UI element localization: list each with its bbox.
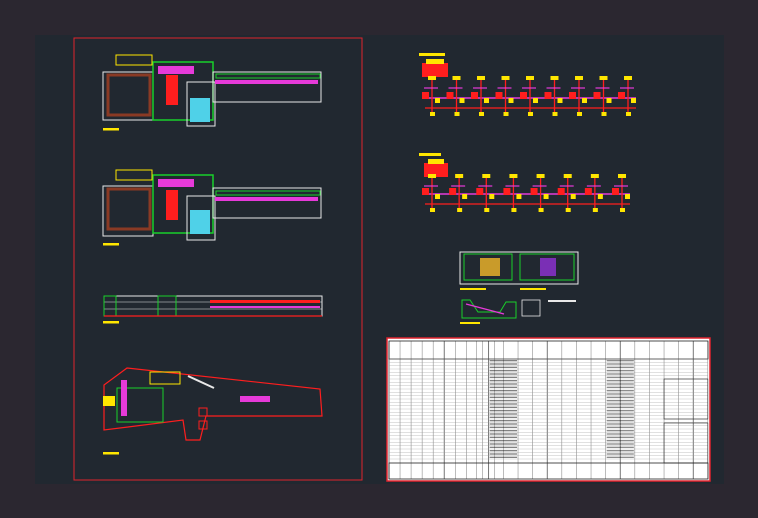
table-cell-fill — [489, 383, 518, 385]
table-cell-fill — [489, 430, 518, 432]
table-cell-fill — [606, 430, 634, 432]
table-cell-fill — [606, 400, 634, 402]
table-cell-fill — [489, 380, 518, 382]
table-cell-fill — [606, 440, 634, 442]
table-cell-fill — [489, 370, 518, 372]
table-cell-fill — [606, 393, 634, 395]
table-cell-fill — [606, 433, 634, 435]
table-cell-fill — [489, 403, 518, 405]
table-cell-fill — [606, 390, 634, 392]
table-cell-fill — [489, 386, 518, 388]
table-cell-fill — [606, 380, 634, 382]
table-cell-fill — [606, 396, 634, 398]
table-cell-fill — [606, 446, 634, 448]
table-cell-fill — [489, 446, 518, 448]
table-cell-fill — [606, 383, 634, 385]
table-cell-fill — [606, 386, 634, 388]
table-cell-fill — [489, 396, 518, 398]
table-cell-fill — [489, 440, 518, 442]
table-cell-fill — [489, 456, 518, 458]
table-cell-fill — [489, 423, 518, 425]
table-cell-fill — [606, 373, 634, 375]
table-cell-fill — [489, 426, 518, 428]
table-cell-fill — [606, 406, 634, 408]
table-cell-fill — [489, 436, 518, 438]
table-cell-fill — [606, 426, 634, 428]
table-cell-fill — [489, 360, 518, 362]
table-cell-fill — [489, 406, 518, 408]
table-cell-fill — [606, 420, 634, 422]
table-cell-fill — [489, 376, 518, 378]
table-cell-fill — [606, 410, 634, 412]
table-cell-fill — [489, 416, 518, 418]
table-cell-fill — [606, 453, 634, 455]
table-cell-fill — [489, 390, 518, 392]
table-cell-fill — [606, 450, 634, 452]
schedule-table[interactable] — [386, 337, 711, 482]
cad-drawing-canvas[interactable] — [0, 0, 758, 518]
table-cell-fill — [606, 403, 634, 405]
table-cell-fill — [606, 413, 634, 415]
table-cell-fill — [606, 436, 634, 438]
table-cell-fill — [489, 366, 518, 368]
table-cell-fill — [489, 450, 518, 452]
table-cell-fill — [606, 376, 634, 378]
table-cell-fill — [606, 360, 634, 362]
table-cell-fill — [606, 423, 634, 425]
table-cell-fill — [489, 393, 518, 395]
table-cell-fill — [489, 410, 518, 412]
table-cell-fill — [489, 363, 518, 365]
table-cell-fill — [606, 443, 634, 445]
table-cell-fill — [489, 413, 518, 415]
table-cell-fill — [606, 456, 634, 458]
table-cell-fill — [489, 373, 518, 375]
table-cell-fill — [489, 420, 518, 422]
schedule-table-paper — [386, 337, 711, 482]
table-cell-fill — [489, 400, 518, 402]
table-cell-fill — [606, 416, 634, 418]
table-cell-fill — [489, 433, 518, 435]
table-cell-fill — [606, 363, 634, 365]
table-cell-fill — [606, 370, 634, 372]
table-cell-fill — [489, 443, 518, 445]
table-cell-fill — [489, 453, 518, 455]
table-cell-fill — [606, 366, 634, 368]
